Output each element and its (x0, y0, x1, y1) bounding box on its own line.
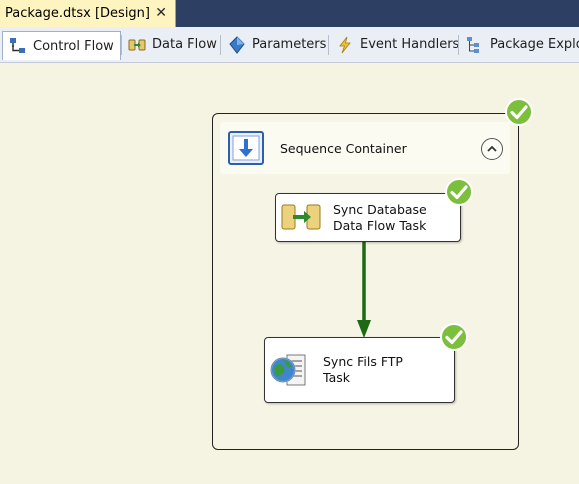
task-label: Sync Fils FTP Task (323, 354, 403, 386)
tab-label: Package Explo (490, 37, 579, 52)
chevron-up-icon (487, 145, 497, 152)
document-tab-strip: Package.dtsx [Design] ✕ (0, 0, 579, 27)
tab-separator (458, 35, 459, 55)
sequence-container-icon (228, 131, 264, 165)
precedence-constraint-arrow[interactable] (352, 240, 376, 340)
tab-package-explorer[interactable]: Package Explo (460, 31, 579, 58)
document-tab[interactable]: Package.dtsx [Design] ✕ (0, 0, 176, 27)
ftp-task-icon (270, 354, 306, 386)
tab-label: Control Flow (33, 38, 114, 54)
tab-parameters[interactable]: Parameters (222, 31, 332, 58)
tab-label: Event Handlers (360, 37, 460, 52)
tab-data-flow[interactable]: Data Flow (122, 31, 223, 58)
task-label-line2: Task (323, 370, 350, 385)
data-flow-task-icon (281, 204, 321, 230)
data-flow-icon (128, 39, 146, 50)
parameters-icon (229, 35, 245, 54)
designer-tabs: Control Flow Data Flow Parameters Event … (0, 27, 579, 63)
close-icon[interactable]: ✕ (155, 4, 167, 22)
task-label-line2: Data Flow Task (333, 218, 427, 233)
tab-separator (220, 35, 221, 55)
tab-event-handlers[interactable]: Event Handlers (330, 31, 465, 58)
tab-separator (328, 35, 329, 55)
success-check-icon (445, 178, 473, 206)
package-explorer-icon (467, 36, 479, 53)
document-tab-title: Package.dtsx [Design] (5, 6, 150, 21)
tab-label: Parameters (252, 37, 327, 52)
success-check-icon (440, 323, 468, 351)
tab-label: Data Flow (152, 37, 217, 52)
task-label-line1: Sync Fils FTP (323, 354, 403, 369)
sequence-container-label: Sequence Container (280, 141, 407, 156)
control-flow-icon (10, 38, 25, 53)
collapse-button[interactable] (481, 138, 503, 160)
task-label: Sync Database Data Flow Task (333, 202, 427, 234)
success-check-icon (505, 98, 533, 126)
task-label-line1: Sync Database (333, 202, 427, 217)
event-handlers-icon (339, 36, 351, 53)
tab-control-flow[interactable]: Control Flow (2, 31, 121, 60)
